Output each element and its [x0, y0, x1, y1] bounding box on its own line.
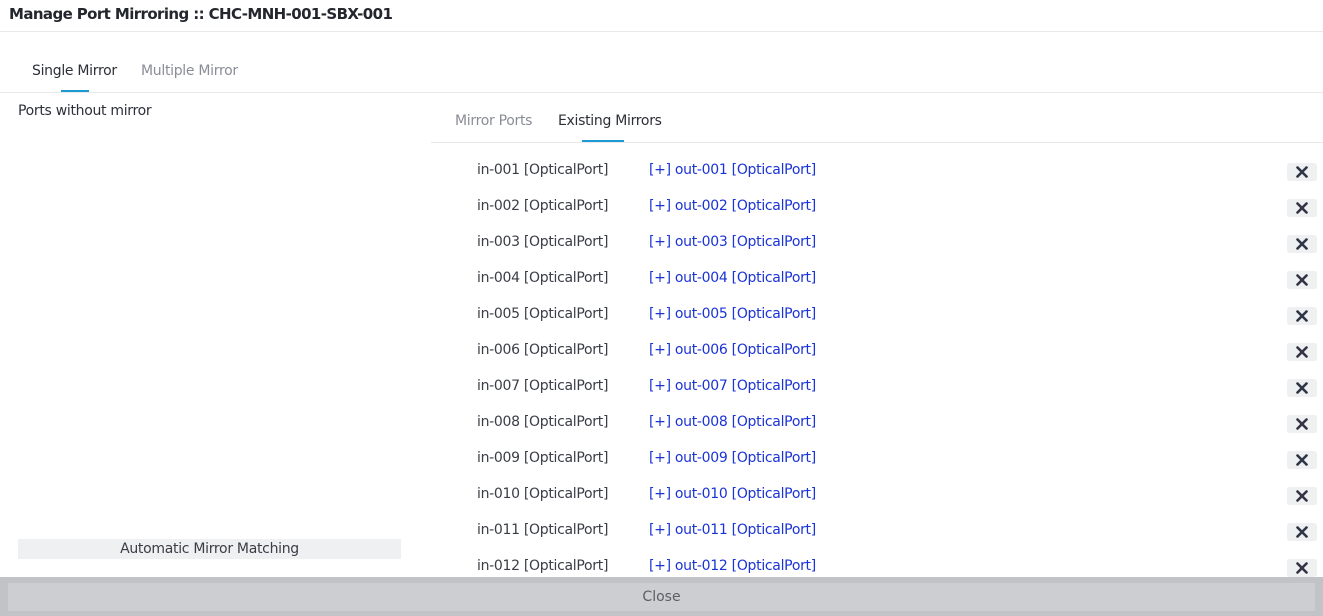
input-port-label: in-003 [OpticalPort]	[477, 234, 609, 250]
input-port-label: in-002 [OpticalPort]	[477, 198, 609, 214]
output-port-link[interactable]: [+] out-003 [OpticalPort]	[649, 234, 816, 250]
main-tab-bar: Single Mirror Multiple Mirror	[0, 33, 1323, 93]
remove-mirror-button[interactable]	[1287, 235, 1317, 253]
list-item: in-004 [OpticalPort] [+] out-004 [Optica…	[431, 261, 1323, 297]
remove-mirror-button[interactable]	[1287, 271, 1317, 289]
remove-mirror-button[interactable]	[1287, 415, 1317, 433]
remove-mirror-button[interactable]	[1287, 559, 1317, 577]
close-icon	[1296, 166, 1308, 178]
output-port-link[interactable]: [+] out-001 [OpticalPort]	[649, 162, 816, 178]
output-port-link[interactable]: [+] out-007 [OpticalPort]	[649, 378, 816, 394]
list-item: in-008 [OpticalPort] [+] out-008 [Optica…	[431, 405, 1323, 441]
remove-mirror-button[interactable]	[1287, 451, 1317, 469]
list-item: in-003 [OpticalPort] [+] out-003 [Optica…	[431, 225, 1323, 261]
output-port-link[interactable]: [+] out-008 [OpticalPort]	[649, 414, 816, 430]
close-icon	[1296, 238, 1308, 250]
tab-existing-mirrors[interactable]: Existing Mirrors	[558, 113, 662, 129]
close-icon	[1296, 346, 1308, 358]
list-item: in-002 [OpticalPort] [+] out-002 [Optica…	[431, 189, 1323, 225]
active-subtab-indicator	[582, 140, 624, 142]
input-port-label: in-010 [OpticalPort]	[477, 486, 609, 502]
output-port-link[interactable]: [+] out-004 [OpticalPort]	[649, 270, 816, 286]
list-item: in-009 [OpticalPort] [+] out-009 [Optica…	[431, 441, 1323, 477]
list-item: in-005 [OpticalPort] [+] out-005 [Optica…	[431, 297, 1323, 333]
remove-mirror-button[interactable]	[1287, 343, 1317, 361]
sub-tab-bar: Mirror Ports Existing Mirrors	[431, 93, 1323, 143]
input-port-label: in-009 [OpticalPort]	[477, 450, 609, 466]
close-icon	[1296, 526, 1308, 538]
input-port-label: in-011 [OpticalPort]	[477, 522, 609, 538]
list-item: in-010 [OpticalPort] [+] out-010 [Optica…	[431, 477, 1323, 513]
output-port-link[interactable]: [+] out-011 [OpticalPort]	[649, 522, 816, 538]
remove-mirror-button[interactable]	[1287, 523, 1317, 541]
tab-multiple-mirror[interactable]: Multiple Mirror	[141, 63, 238, 79]
output-port-link[interactable]: [+] out-012 [OpticalPort]	[649, 558, 816, 574]
input-port-label: in-001 [OpticalPort]	[477, 162, 609, 178]
list-item: in-001 [OpticalPort] [+] out-001 [Optica…	[431, 153, 1323, 189]
remove-mirror-button[interactable]	[1287, 487, 1317, 505]
input-port-label: in-006 [OpticalPort]	[477, 342, 609, 358]
output-port-link[interactable]: [+] out-006 [OpticalPort]	[649, 342, 816, 358]
dialog-title: Manage Port Mirroring :: CHC-MNH-001-SBX…	[9, 5, 393, 23]
dialog-footer: Close	[0, 577, 1323, 616]
remove-mirror-button[interactable]	[1287, 307, 1317, 325]
close-icon	[1296, 382, 1308, 394]
ports-without-mirror-title: Ports without mirror	[18, 103, 152, 119]
active-tab-indicator	[61, 90, 89, 92]
list-item: in-007 [OpticalPort] [+] out-007 [Optica…	[431, 369, 1323, 405]
output-port-link[interactable]: [+] out-010 [OpticalPort]	[649, 486, 816, 502]
close-button[interactable]: Close	[8, 583, 1315, 611]
list-item: in-011 [OpticalPort] [+] out-011 [Optica…	[431, 513, 1323, 549]
input-port-label: in-005 [OpticalPort]	[477, 306, 609, 322]
input-port-label: in-008 [OpticalPort]	[477, 414, 609, 430]
tab-mirror-ports[interactable]: Mirror Ports	[455, 113, 532, 129]
output-port-link[interactable]: [+] out-002 [OpticalPort]	[649, 198, 816, 214]
remove-mirror-button[interactable]	[1287, 199, 1317, 217]
output-port-link[interactable]: [+] out-005 [OpticalPort]	[649, 306, 816, 322]
close-icon	[1296, 310, 1308, 322]
output-port-link[interactable]: [+] out-009 [OpticalPort]	[649, 450, 816, 466]
input-port-label: in-012 [OpticalPort]	[477, 558, 609, 574]
dialog-title-bar: Manage Port Mirroring :: CHC-MNH-001-SBX…	[0, 0, 1323, 32]
input-port-label: in-007 [OpticalPort]	[477, 378, 609, 394]
list-item: in-006 [OpticalPort] [+] out-006 [Optica…	[431, 333, 1323, 369]
remove-mirror-button[interactable]	[1287, 163, 1317, 181]
close-icon	[1296, 418, 1308, 430]
close-icon	[1296, 274, 1308, 286]
tab-single-mirror[interactable]: Single Mirror	[32, 63, 117, 79]
close-icon	[1296, 202, 1308, 214]
automatic-mirror-matching-button[interactable]: Automatic Mirror Matching	[18, 539, 401, 559]
remove-mirror-button[interactable]	[1287, 379, 1317, 397]
close-icon	[1296, 490, 1308, 502]
close-icon	[1296, 454, 1308, 466]
close-icon	[1296, 562, 1308, 574]
input-port-label: in-004 [OpticalPort]	[477, 270, 609, 286]
